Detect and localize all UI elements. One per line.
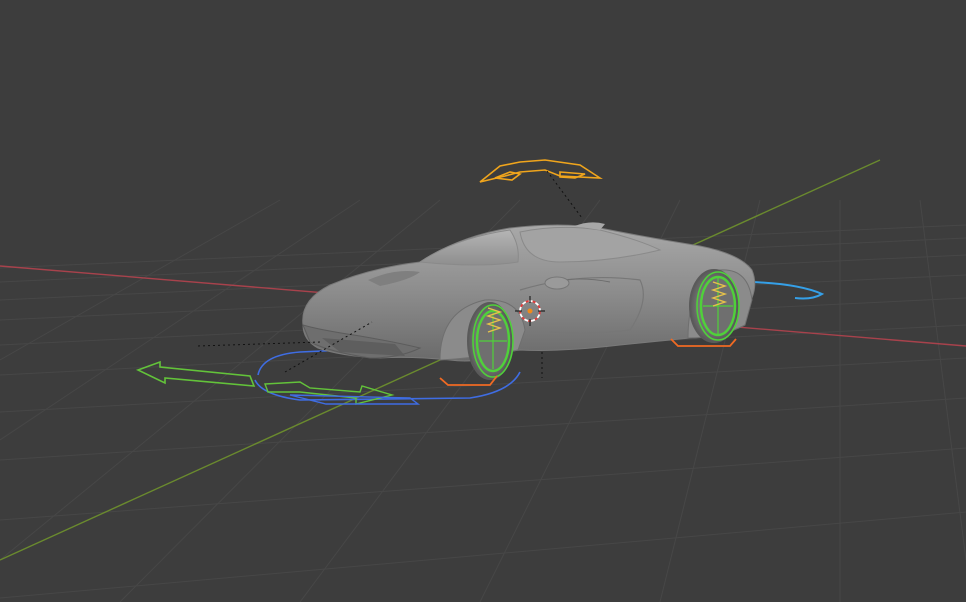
rear-wheel[interactable] xyxy=(689,269,740,343)
roof-control[interactable] xyxy=(479,159,603,183)
viewport-canvas[interactable] xyxy=(0,0,966,602)
3d-viewport[interactable] xyxy=(0,0,966,602)
car-mesh[interactable] xyxy=(302,222,756,362)
front-wheel[interactable] xyxy=(467,302,514,380)
root-move-arrows[interactable] xyxy=(135,360,256,387)
